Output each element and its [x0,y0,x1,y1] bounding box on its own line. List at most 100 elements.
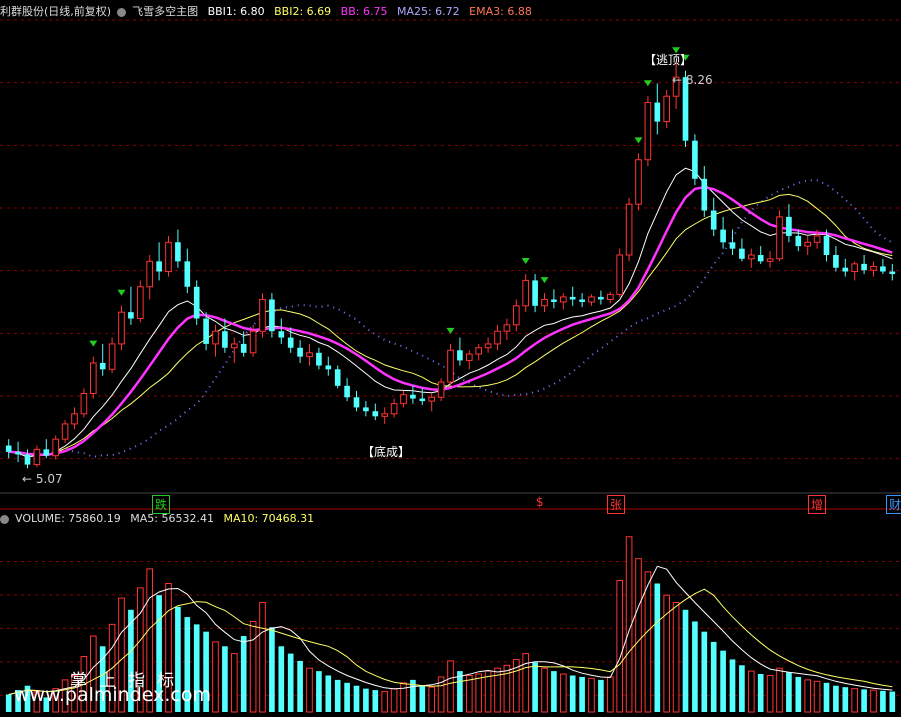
candle-body [156,261,162,272]
volume-bar [240,636,247,712]
volume-bar [353,685,360,712]
volume-bar [804,679,812,713]
candle-body [428,396,436,402]
stock-name[interactable]: 利群股份(日线,前复权) [0,5,111,18]
kline-chart-canvas[interactable] [0,0,901,717]
candle-body [813,235,821,243]
candle-body [33,448,41,466]
volume-bar [297,660,303,712]
volume-bar [522,653,530,713]
candle-body [193,286,200,319]
candle-body [447,349,454,383]
signal-arrow [446,327,455,334]
volume-bar [579,676,585,712]
candle-body [795,235,802,247]
candle-body [889,271,896,275]
volume-bar [249,620,257,713]
volume-bar [588,677,595,713]
volume-bar [287,653,294,712]
volume-bar [559,673,567,713]
candle-body [128,312,134,319]
ema3-value: EMA3: 6.88 [469,5,532,18]
candle-body [203,318,209,344]
volume-bar [654,583,661,712]
volume-bar [503,664,511,713]
volume-value: VOLUME: 75860.19 [15,512,121,525]
volume-bar [813,680,821,713]
candle-body [175,242,181,262]
candle-body [551,299,557,302]
candle-body [541,298,548,307]
volume-bar [710,641,717,712]
candle-body [870,265,877,271]
candle-body [766,258,774,262]
candle-body [249,330,257,354]
volume-bar [729,659,736,712]
candle-body [390,403,398,415]
candle-body [720,229,726,243]
indicator-toggle-icon[interactable] [117,7,127,17]
volume-bar [372,690,379,712]
volume-bar [720,650,726,712]
indicator-name[interactable]: 飞雪多空主图 [132,5,198,18]
event-marker-dollar[interactable]: $ [534,495,546,509]
top-signal-label: 【逃顶】 [644,53,693,67]
volume-bar [606,676,614,713]
candle-body [437,381,445,398]
candle-body [325,365,332,370]
event-marker-rise[interactable]: 张 [607,495,626,514]
bbi2-line [8,193,893,458]
volume-bar [861,689,867,712]
candle-body [559,296,567,303]
bottom-signal-label: 【底成】 [362,445,411,459]
low-price-label: ← 5.07 [22,472,63,486]
candle-body [278,331,285,338]
volume-bar [222,646,228,712]
volume-bar [766,674,774,713]
volume-bar [682,609,689,712]
candle-body [381,413,389,417]
volume-bar [842,687,849,712]
candle-body [146,260,154,288]
vol-ma5-value: MA5: 56532.41 [130,512,214,525]
vol-ma10-value: MA10: 70468.31 [223,512,315,525]
candle-body [522,279,530,307]
event-marker-add[interactable]: 增 [808,495,827,514]
candle-body [484,343,492,349]
candle-body [512,305,520,326]
candle-body [334,369,341,386]
volume-bar [880,690,886,712]
volume-bar [851,688,859,713]
candle-body [61,423,69,440]
volume-bar [5,694,12,712]
candle-body [287,337,294,348]
candle-body [598,296,604,300]
candle-body [410,394,416,399]
candle-body [43,449,50,456]
candle-body [306,352,313,358]
candle-body [269,299,275,332]
candle-body [108,343,116,370]
candle-body [372,411,379,417]
candle-body [786,216,792,236]
event-marker-drop[interactable]: 跌 [152,495,171,514]
candle-body [710,210,717,230]
candle-body [494,330,501,345]
ma25-value: MA25: 6.72 [396,5,460,18]
candle-body [579,299,585,302]
volume-bar [616,580,624,713]
volume-bar [381,691,389,713]
event-marker-finance[interactable]: 财 [886,495,901,514]
volume-bar [334,679,341,712]
candle-body [588,296,595,303]
bbi2-value: BBI2: 6.69 [274,5,332,18]
candle-body [692,140,698,179]
candle-body [757,255,764,262]
candle-body [240,343,247,353]
signal-arrows [89,47,690,347]
signal-arrow [117,289,126,296]
volume-toggle-icon[interactable] [0,514,9,524]
volume-bar [363,688,369,712]
candle-body [654,102,661,122]
volume-bar [833,685,839,712]
